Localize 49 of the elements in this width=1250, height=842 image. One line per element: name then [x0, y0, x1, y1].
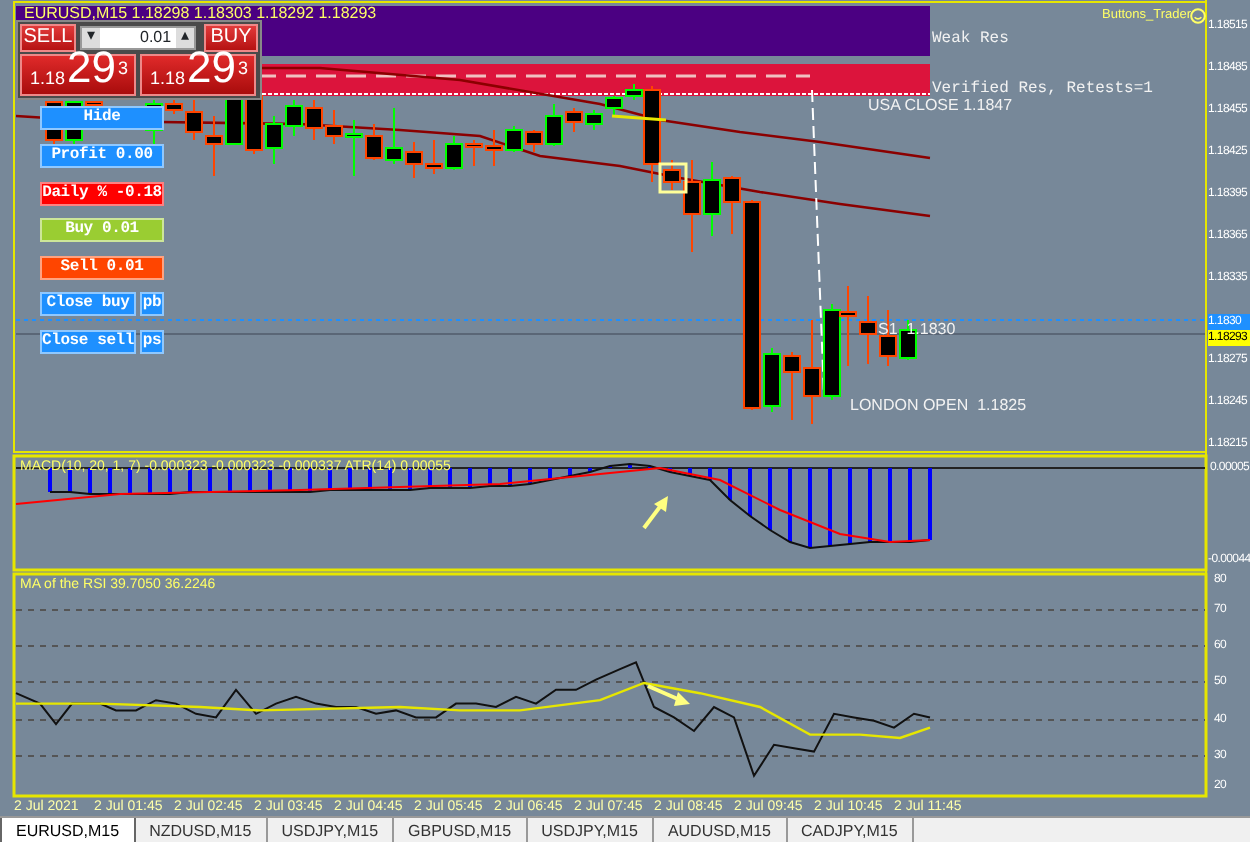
candlestick — [245, 89, 263, 155]
zone-label: Weak Res — [932, 32, 1009, 48]
candlestick — [465, 139, 483, 167]
panel-button[interactable]: ps — [140, 330, 164, 354]
candlestick — [485, 129, 503, 167]
arrow-icon — [647, 684, 690, 706]
candlestick — [859, 295, 877, 365]
candlestick — [265, 115, 283, 165]
candlestick — [585, 109, 603, 131]
panel-button[interactable]: Close buy — [40, 292, 136, 316]
price-pips: 29 — [187, 48, 237, 88]
level-label: LONDON OPEN 1.1825 — [850, 398, 1027, 414]
candlestick — [505, 125, 523, 153]
candlestick — [285, 99, 303, 137]
highlight-box — [658, 162, 688, 194]
price-point: 3 — [238, 60, 249, 78]
price-point: 3 — [118, 60, 129, 78]
up-arrow-button[interactable]: ▴ — [176, 28, 194, 48]
price-prefix: 1.18 — [30, 70, 66, 88]
price-pips: 29 — [67, 48, 117, 88]
candlestick — [425, 139, 443, 175]
buy-button[interactable]: BUY — [204, 24, 258, 52]
sell-button[interactable]: SELL — [20, 24, 76, 52]
signal-line — [611, 114, 667, 122]
level-label: USA CLOSE 1.1847 — [868, 98, 1013, 114]
candlestick — [305, 99, 323, 141]
down-arrow-button[interactable]: ▾ — [82, 28, 100, 48]
chart-tab[interactable]: EURUSD,M15 — [0, 818, 136, 842]
zone-label: Verified Res, Retests=1 — [932, 82, 1153, 98]
chart-tab[interactable]: CADJPY,M15 — [787, 818, 914, 842]
candlestick — [605, 95, 623, 117]
chart-title: EURUSD,M15 1.18298 1.18303 1.18292 1.18293 — [24, 6, 377, 22]
candlestick — [839, 285, 857, 367]
candlestick — [823, 303, 841, 401]
candlestick — [445, 135, 463, 171]
smiley-icon — [1190, 8, 1206, 24]
price-prefix: 1.18 — [150, 70, 186, 88]
chart-tab[interactable]: NZDUSD,M15 — [135, 818, 268, 842]
candlestick — [703, 161, 721, 237]
chart-tab[interactable]: USDJPY,M15 — [527, 818, 654, 842]
arrow-icon — [642, 496, 668, 530]
panel-button[interactable]: pb — [140, 292, 164, 316]
lot-value: 0.01 — [140, 30, 172, 46]
panel-button[interactable]: Profit 0.00 — [40, 144, 164, 168]
panel-button[interactable]: Sell 0.01 — [40, 256, 164, 280]
chart-tab[interactable]: USDJPY,M15 — [267, 818, 395, 842]
panel-button[interactable]: Close sell — [40, 330, 136, 354]
panel-button[interactable]: Daily % -0.18 — [40, 182, 164, 206]
panel-button[interactable]: Hide — [40, 106, 164, 130]
